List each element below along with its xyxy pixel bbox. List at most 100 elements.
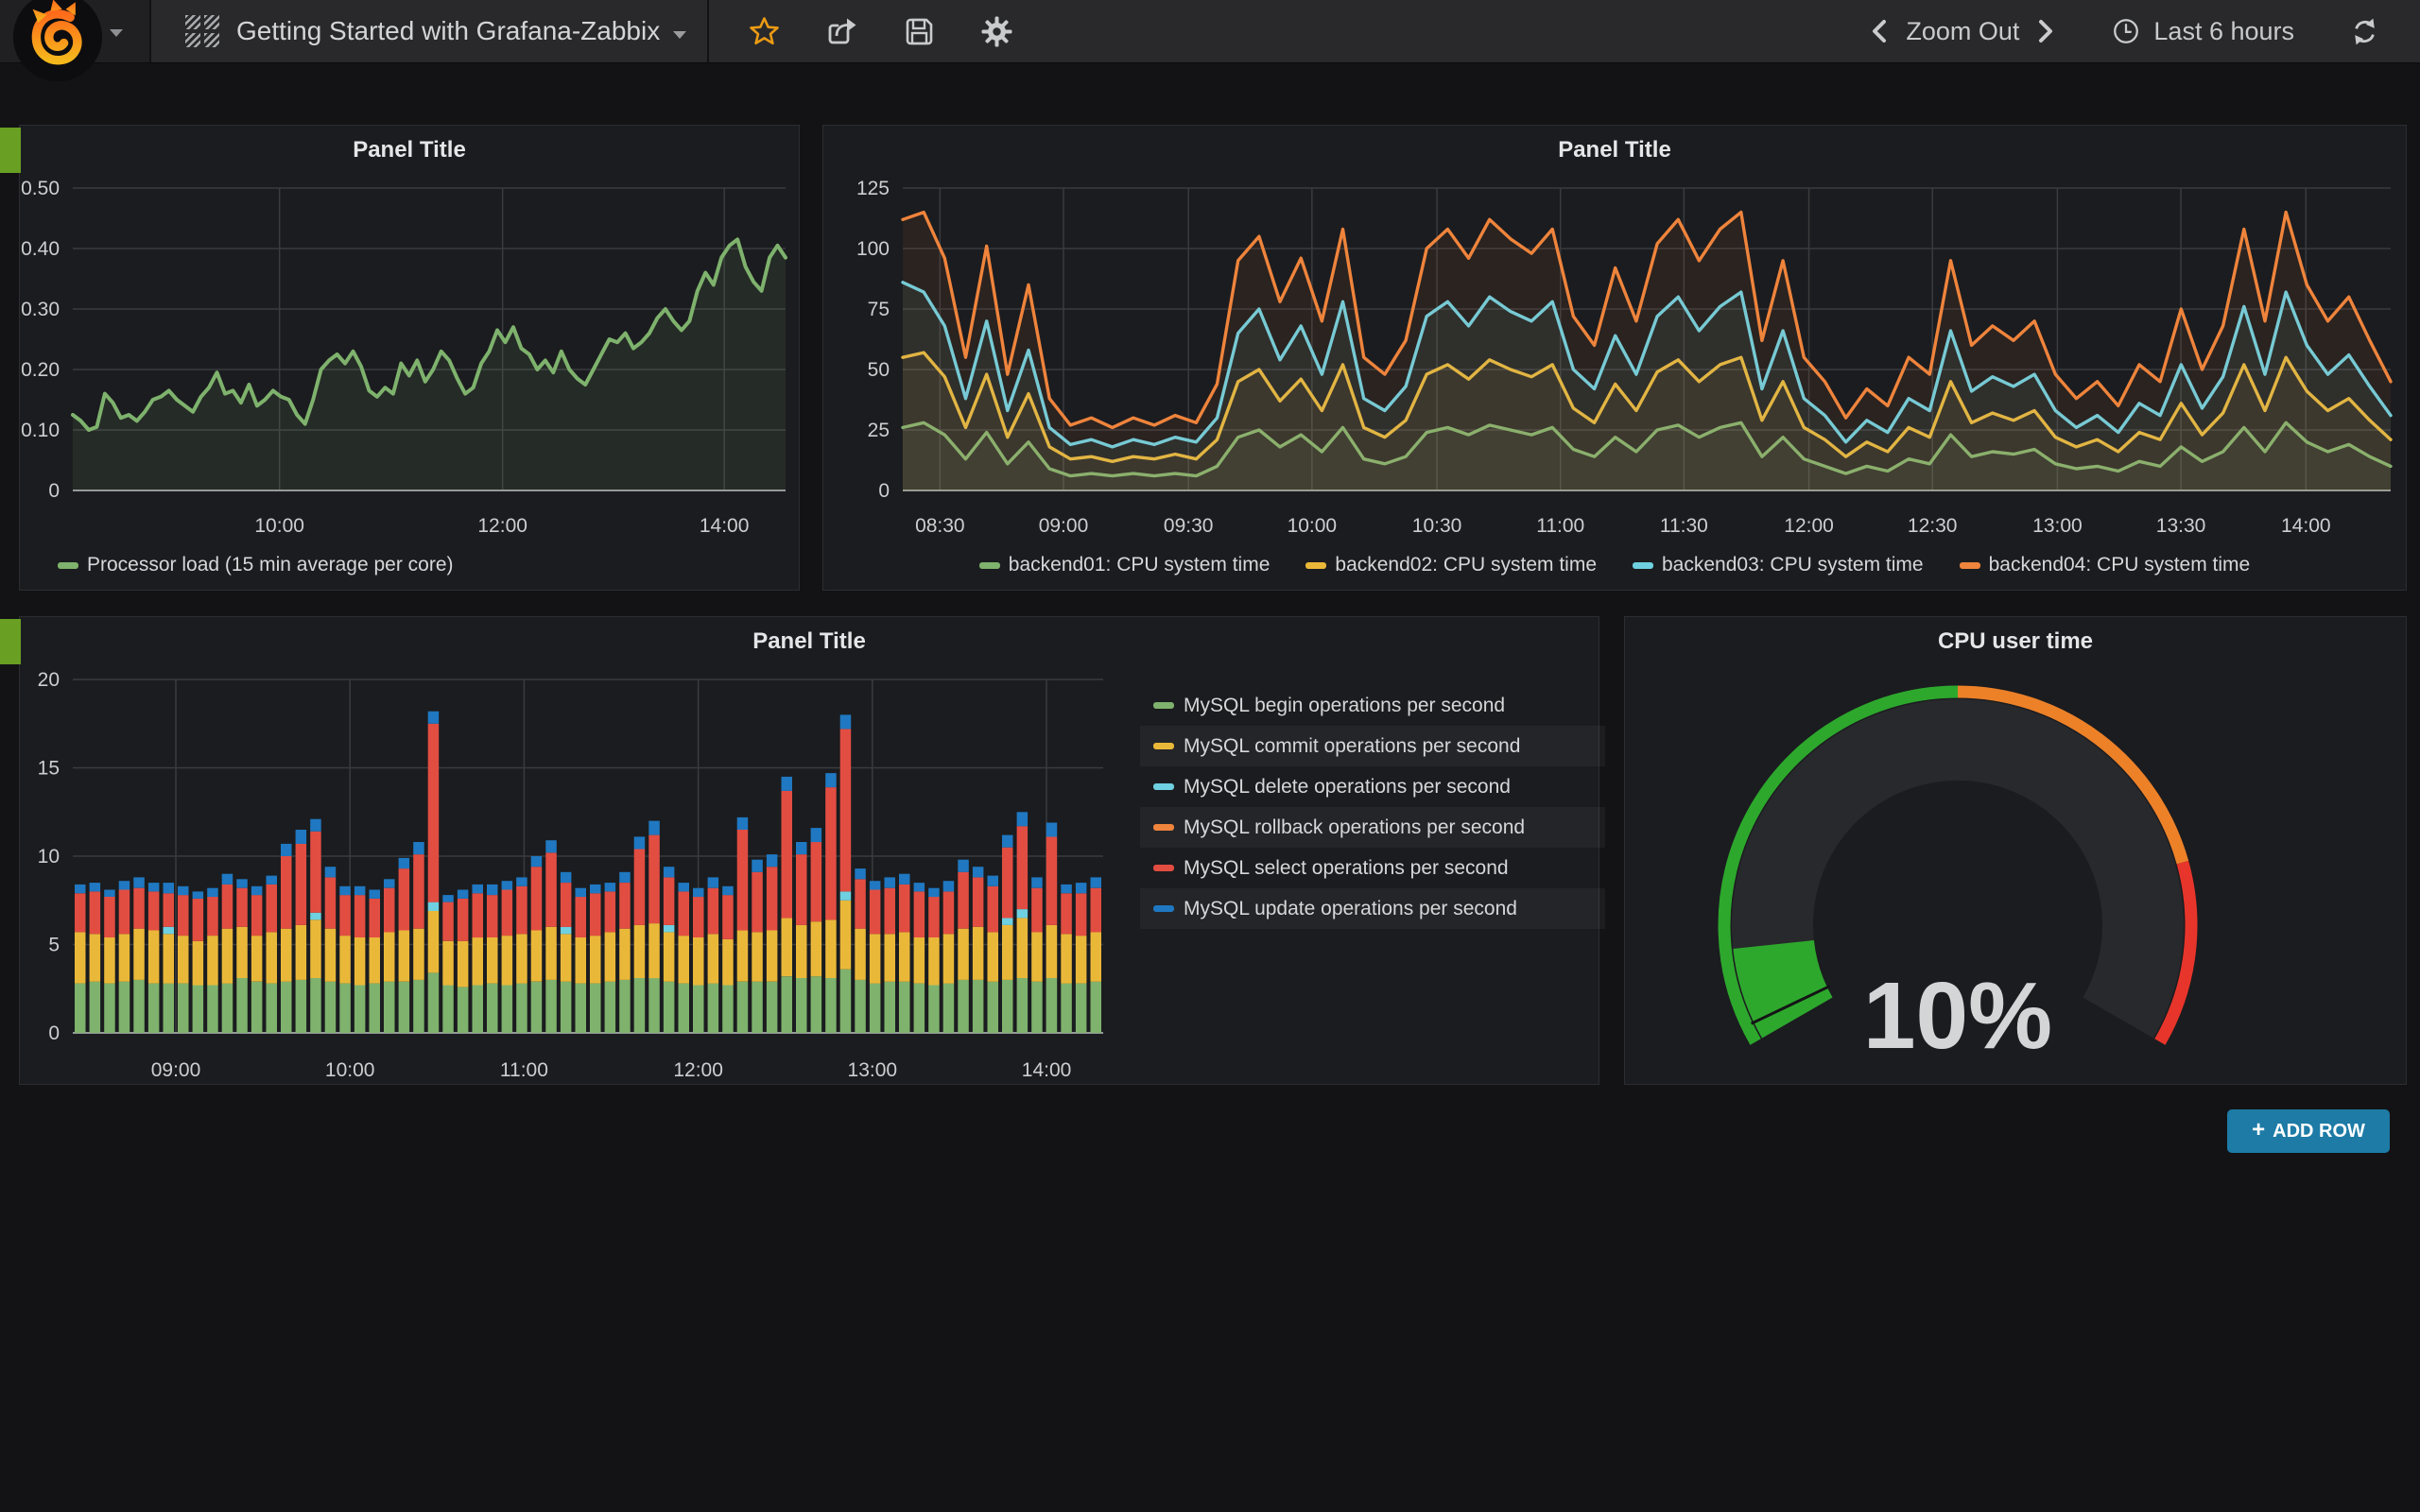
bar-segment [428,712,440,724]
legend-item[interactable]: backend03: CPU system time [1633,554,1924,576]
bar-segment [664,925,675,933]
legend-item[interactable]: backend04: CPU system time [1960,554,2251,576]
row-handle-top[interactable] [0,128,21,173]
bar-segment [458,890,469,899]
bar-segment [148,891,160,930]
bar-segment [164,927,175,935]
bar-segment [722,895,734,939]
bar-segment [796,978,807,1033]
bar-segment [679,891,690,936]
chevron-right-icon[interactable] [2032,17,2057,45]
y-axis-tick-label: 15 [38,758,60,780]
chevron-left-icon[interactable] [1868,17,1893,45]
panel-title[interactable]: Panel Title [20,137,799,163]
bar-segment [1017,978,1028,1033]
grafana-logo-icon[interactable] [11,0,104,83]
bar-segment [164,893,175,927]
legend-item[interactable]: backend01: CPU system time [979,554,1270,576]
legend-label: backend03: CPU system time [1662,554,1924,576]
bar-segment [104,897,115,937]
save-icon[interactable] [902,14,937,49]
bar-segment [310,819,321,832]
share-icon[interactable] [824,14,859,49]
x-axis-tick-label: 13:30 [2156,515,2206,537]
time-range-picker[interactable]: Last 6 hours [2153,17,2294,46]
bar-segment [75,893,86,932]
bar-segment [370,899,381,937]
legend-item[interactable]: backend02: CPU system time [1305,554,1597,576]
bar-segment [605,932,616,981]
bar-segment [590,885,601,893]
star-icon[interactable] [747,14,782,49]
bar-segment [973,867,984,877]
bar-segment [148,984,160,1033]
bar-segment [119,890,130,935]
x-axis-tick-label: 12:30 [1908,515,1958,537]
legend-item[interactable]: MySQL select operations per second [1140,848,1605,888]
legend-item[interactable]: MySQL begin operations per second [1140,685,1605,726]
bar-segment [1061,984,1072,1033]
x-axis-tick-label: 10:30 [1412,515,1462,537]
row-handle-bottom[interactable] [0,619,21,664]
legend-item[interactable]: Processor load (15 min average per core) [58,554,454,576]
add-row-button[interactable]: + ADD ROW [2227,1109,2390,1153]
bar-segment [1017,909,1028,918]
bar-segment [722,939,734,986]
bar-segment [531,856,543,867]
bar-segment [561,934,572,982]
bar-segment [1061,934,1072,983]
bar-segment [267,885,278,933]
legend-color-chip [1153,865,1174,871]
bar-segment [516,934,527,983]
bar-segment [634,836,646,849]
x-axis-tick-label: 14:00 [2281,515,2331,537]
zoom-out-button[interactable]: Zoom Out [1906,17,2019,46]
legend-color-chip [58,562,78,569]
legend-item[interactable]: MySQL rollback operations per second [1140,807,1605,848]
dashboard-title-caret-icon[interactable] [673,31,686,39]
bar-segment [90,891,101,934]
bar-segment [973,927,984,980]
bar-segment [545,840,557,852]
legend-item[interactable]: MySQL commit operations per second [1140,726,1605,766]
grafana-logo-block[interactable] [0,0,151,62]
legend-item[interactable]: MySQL update operations per second [1140,888,1605,929]
bar-segment [634,978,646,1033]
y-axis-tick-label: 10 [38,846,60,868]
bar-segment [502,986,513,1034]
panel-title[interactable]: CPU user time [1625,628,2406,655]
dashboard-title[interactable]: Getting Started with Grafana-Zabbix [236,16,660,46]
legend-label: MySQL begin operations per second [1184,695,1505,717]
bar-segment [325,929,337,982]
bar-segment [899,932,910,981]
bar-segment [164,883,175,893]
bar-segment [1031,982,1043,1033]
bar-segment [193,986,204,1034]
bar-segment [90,934,101,982]
panel-title[interactable]: Panel Title [20,628,1599,655]
bar-segment [413,854,424,929]
bar-segment [722,886,734,895]
logo-dropdown-caret-icon[interactable] [110,29,123,37]
bar-segment [531,982,543,1033]
processor-load-chart[interactable]: 00.100.200.300.400.5010:0012:0014:00 [20,126,801,592]
y-axis-tick-label: 50 [868,359,890,381]
bar-segment [251,936,263,982]
bar-segment [281,856,292,929]
legend-label: MySQL delete operations per second [1184,776,1511,799]
bar-segment [648,978,660,1033]
panel-title[interactable]: Panel Title [823,137,2406,163]
clock-icon[interactable] [2112,17,2140,45]
refresh-icon[interactable] [2349,16,2380,47]
dashboard-grid-icon[interactable] [185,15,219,47]
bar-segment [531,867,543,930]
bar-segment [384,982,395,1033]
legend-item[interactable]: MySQL delete operations per second [1140,766,1605,807]
gear-icon[interactable] [979,14,1014,49]
legend-label: MySQL rollback operations per second [1184,816,1525,839]
x-axis-tick-label: 11:30 [1660,515,1708,537]
bar-segment [1017,812,1028,826]
bar-segment [1017,918,1028,978]
cpu-system-time-chart[interactable]: 025507510012508:3009:0009:3010:0010:3011… [823,126,2408,592]
bar-segment [737,830,749,931]
